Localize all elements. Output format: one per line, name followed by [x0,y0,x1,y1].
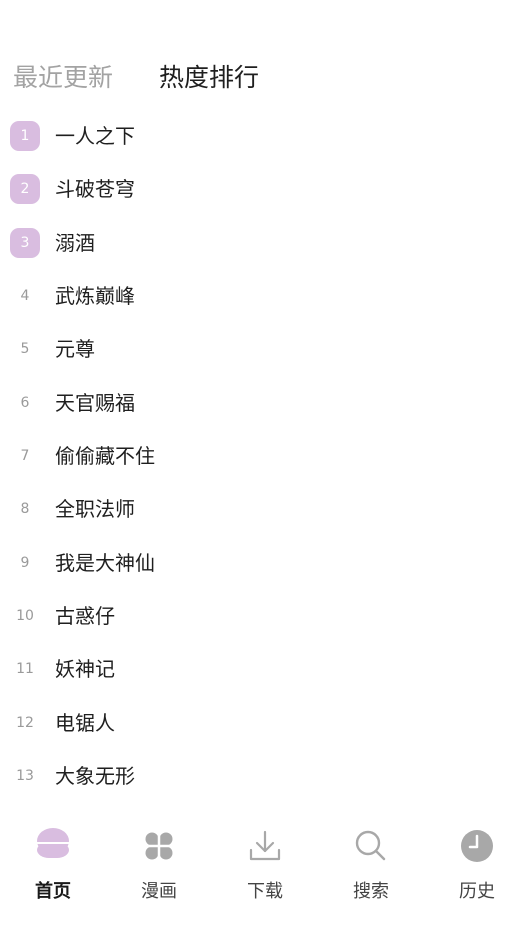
list-item[interactable]: 1 一人之下 [0,109,530,162]
rank-number: 13 [16,767,34,784]
list-item[interactable]: 11 妖神记 [0,642,530,695]
comic-title: 偷偷藏不住 [55,443,155,468]
list-item[interactable]: 7 偷偷藏不住 [0,429,530,482]
rank-number: 6 [20,394,30,411]
search-icon [351,826,391,866]
comic-title: 电锯人 [55,710,115,735]
list-item[interactable]: 6 天官赐福 [0,376,530,429]
rank-number: 9 [20,554,30,571]
list-item[interactable]: 13 大象无形 [0,749,530,802]
list-item[interactable]: 12 电锯人 [0,696,530,749]
list-item[interactable]: 8 全职法师 [0,482,530,535]
nav-comics-label: 漫画 [141,881,177,902]
rank-number: 4 [20,287,30,304]
rank-badge: 3 [10,227,40,258]
rank-number: 10 [16,607,34,624]
grid-icon [139,826,179,866]
comic-title: 天官赐福 [55,390,135,415]
comic-title: 全职法师 [55,497,135,522]
nav-search[interactable]: 搜索 [318,818,424,918]
nav-home[interactable]: 首页 [0,818,106,918]
rank-number: 12 [16,714,34,731]
ranking-list: 1 一人之下 2 斗破苍穹 3 溺酒 4 武炼巅峰 5 元尊 6 天官赐福 7 … [0,109,530,802]
comic-title: 妖神记 [55,657,115,682]
comic-title: 一人之下 [55,124,135,148]
comic-title: 元尊 [55,337,95,362]
history-clock-icon [457,826,497,866]
nav-search-label: 搜索 [353,881,389,902]
rank-number: 7 [20,447,30,464]
tab-hot-ranking[interactable]: 热度排行 [159,58,259,98]
list-item[interactable]: 4 武炼巅峰 [0,269,530,322]
nav-history[interactable]: 历史 [424,818,530,918]
rank-number: 8 [20,501,30,518]
comic-title: 溺酒 [55,230,95,255]
rank-badge: 2 [10,174,40,205]
bottom-nav: 首页 漫画 下载 搜索 历史 [0,818,530,918]
list-item[interactable]: 5 元尊 [0,322,530,375]
list-item[interactable]: 3 溺酒 [0,216,530,269]
comic-title: 斗破苍穹 [55,177,135,202]
rank-badge: 1 [10,121,40,151]
nav-home-label: 首页 [35,881,71,902]
rank-number: 5 [20,341,30,358]
rank-number: 11 [16,661,34,678]
nav-download-label: 下载 [247,881,283,902]
home-icon [33,826,73,866]
list-item[interactable]: 9 我是大神仙 [0,536,530,589]
list-item[interactable]: 10 古惑仔 [0,589,530,642]
nav-history-label: 历史 [459,881,495,902]
top-tabs: 最近更新 热度排行 [0,58,530,98]
download-icon [245,826,285,866]
comic-title: 武炼巅峰 [55,283,135,308]
tab-recent-updates[interactable]: 最近更新 [13,58,113,98]
list-item[interactable]: 2 斗破苍穹 [0,162,530,215]
nav-comics[interactable]: 漫画 [106,818,212,918]
comic-title: 大象无形 [55,763,135,788]
comic-title: 我是大神仙 [55,550,155,575]
nav-download[interactable]: 下载 [212,818,318,918]
comic-title: 古惑仔 [55,603,115,628]
